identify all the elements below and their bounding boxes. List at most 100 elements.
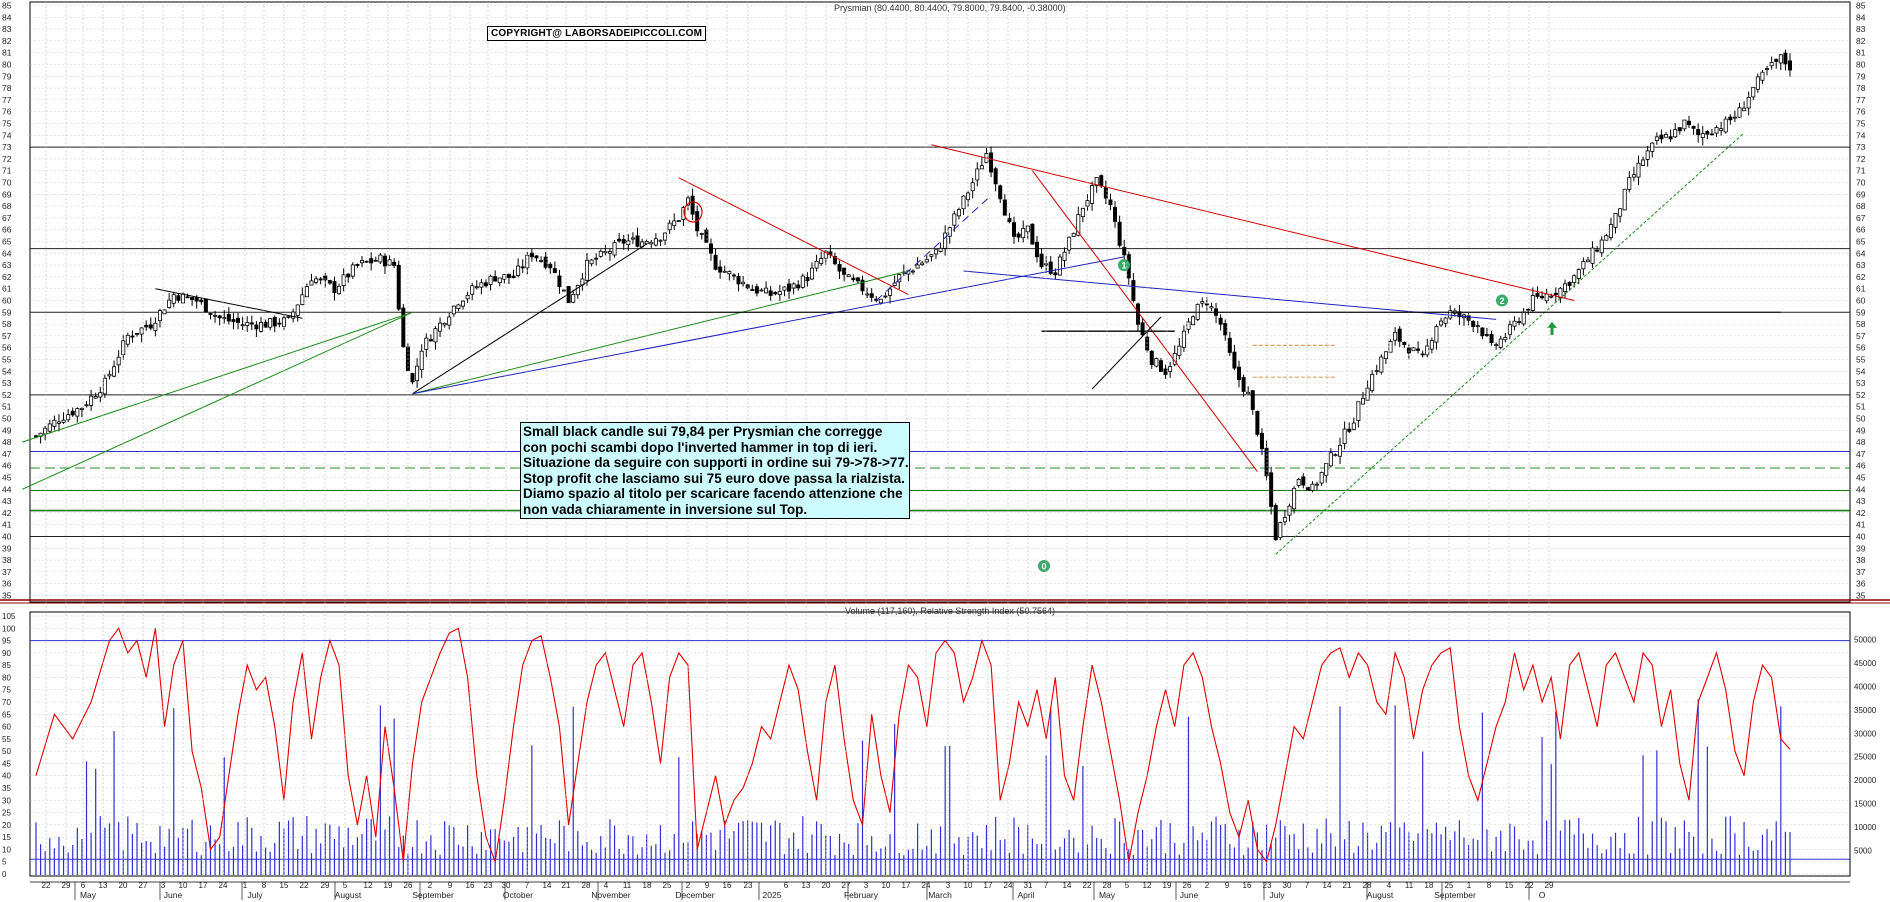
y-tick-label-left: 85 — [2, 1, 12, 11]
rsi-tick-label: 65 — [2, 710, 11, 719]
candle-body — [562, 289, 567, 292]
price-chart-title: Prysmian (80.4400, 80.4400, 79.8000, 79.… — [834, 3, 1066, 13]
candle-body — [474, 286, 479, 289]
candle-body — [1319, 472, 1324, 484]
y-tick-label-left: 49 — [2, 425, 12, 435]
candle-body — [649, 241, 654, 245]
y-tick-label-right: 69 — [1856, 189, 1866, 199]
candle-body — [791, 283, 796, 289]
y-tick-label-left: 44 — [2, 484, 12, 494]
candle-body — [1429, 340, 1434, 350]
candle-body — [704, 229, 709, 243]
candle-body — [75, 408, 80, 417]
candle-body — [162, 309, 167, 315]
y-tick-label-left: 71 — [2, 166, 12, 176]
candle-body — [851, 277, 856, 281]
candle-body — [837, 264, 842, 272]
candle-body — [295, 304, 300, 316]
y-tick-label-right: 59 — [1856, 307, 1866, 317]
y-tick-label-right: 77 — [1856, 95, 1866, 105]
candle-body — [1563, 283, 1568, 292]
candle-body — [1131, 280, 1136, 301]
candle-body — [979, 165, 984, 170]
candle-body — [1071, 232, 1076, 237]
rsi-tick-label: 60 — [2, 723, 11, 732]
candle-body — [1085, 200, 1090, 207]
candle-body — [1191, 316, 1196, 326]
candle-body — [520, 266, 525, 269]
candle-body — [1296, 479, 1301, 486]
candle-body — [1259, 432, 1264, 450]
candle-body — [1728, 116, 1733, 121]
note-line: Small black candle sui 79,84 per Prysmia… — [523, 424, 883, 439]
y-tick-label-left: 80 — [2, 60, 12, 70]
candle-body — [1746, 97, 1751, 109]
y-tick-label-right: 37 — [1856, 567, 1866, 577]
candle-body — [617, 238, 622, 242]
candle-body — [1292, 487, 1297, 510]
candle-body — [1723, 118, 1728, 133]
candle-body — [231, 319, 236, 323]
x-month-label: November — [591, 890, 630, 900]
candle-body — [607, 251, 612, 254]
rsi-tick-label: 10 — [2, 845, 11, 854]
candle-body — [277, 322, 282, 325]
candle-body — [199, 299, 204, 303]
rsi-tick-label: 85 — [2, 661, 11, 670]
y-tick-label-right: 64 — [1856, 248, 1866, 258]
rsi-tick-label: 105 — [2, 612, 16, 621]
stock-chart: 35 3536 3637 3738 3839 3940 4041 4142 4243 4344 44… — [0, 1, 1890, 900]
candle-body — [1223, 323, 1228, 336]
candle-body — [915, 264, 920, 269]
y-tick-label-left: 72 — [2, 154, 12, 164]
candle-body — [1186, 321, 1191, 330]
candle-body — [433, 328, 438, 343]
candle-body — [461, 300, 466, 307]
candle-body — [254, 324, 259, 330]
candle-body — [911, 270, 916, 273]
y-tick-label-right: 56 — [1856, 343, 1866, 353]
candle-body — [1108, 199, 1113, 206]
rsi-tick-label: 30 — [2, 796, 11, 805]
y-tick-label-right: 78 — [1856, 83, 1866, 93]
candle-body — [814, 260, 819, 269]
y-tick-label-left: 57 — [2, 331, 12, 341]
volume-tick-label: 35000 — [1854, 706, 1877, 715]
y-tick-label-left: 68 — [2, 201, 12, 211]
candle-body — [1618, 208, 1623, 217]
candle-body — [236, 317, 241, 323]
candle-body — [777, 291, 782, 295]
candle-body — [1742, 107, 1747, 112]
candle-body — [718, 266, 723, 273]
y-tick-label-right: 49 — [1856, 425, 1866, 435]
candle-body — [869, 293, 874, 298]
candle-body — [883, 295, 888, 298]
candle-body — [387, 259, 392, 266]
candle-body — [630, 237, 635, 240]
candle-body — [1682, 119, 1687, 130]
y-tick-label-right: 75 — [1856, 119, 1866, 129]
rsi-tick-label: 80 — [2, 673, 11, 682]
candle-body — [98, 392, 103, 398]
rsi-volume-panel: 0 5 10 15 20 25 30 35 40 45 50 55 60 65 70 75 80 85 90 95 10… — [2, 611, 1877, 879]
volume-tick-label: 50000 — [1854, 635, 1877, 644]
candle-body — [1232, 351, 1237, 369]
rsi-tick-label: 5 — [2, 858, 7, 867]
candle-body — [185, 296, 190, 299]
candle-body — [479, 282, 484, 288]
candle-body — [855, 277, 860, 282]
candle-body — [1264, 447, 1269, 477]
candle-body — [1218, 317, 1223, 325]
candle-body — [975, 168, 980, 181]
candle-body — [1553, 292, 1558, 296]
candle-body — [1250, 390, 1255, 410]
candle-body — [819, 258, 824, 264]
y-tick-label-left: 48 — [2, 437, 12, 447]
candle-body — [1282, 517, 1287, 523]
candle-body — [722, 270, 727, 273]
candle-body — [603, 251, 608, 254]
x-month-label: July — [1269, 890, 1285, 900]
candle-body — [1383, 351, 1388, 359]
candle-body — [1719, 128, 1724, 131]
y-tick-label-left: 37 — [2, 567, 12, 577]
